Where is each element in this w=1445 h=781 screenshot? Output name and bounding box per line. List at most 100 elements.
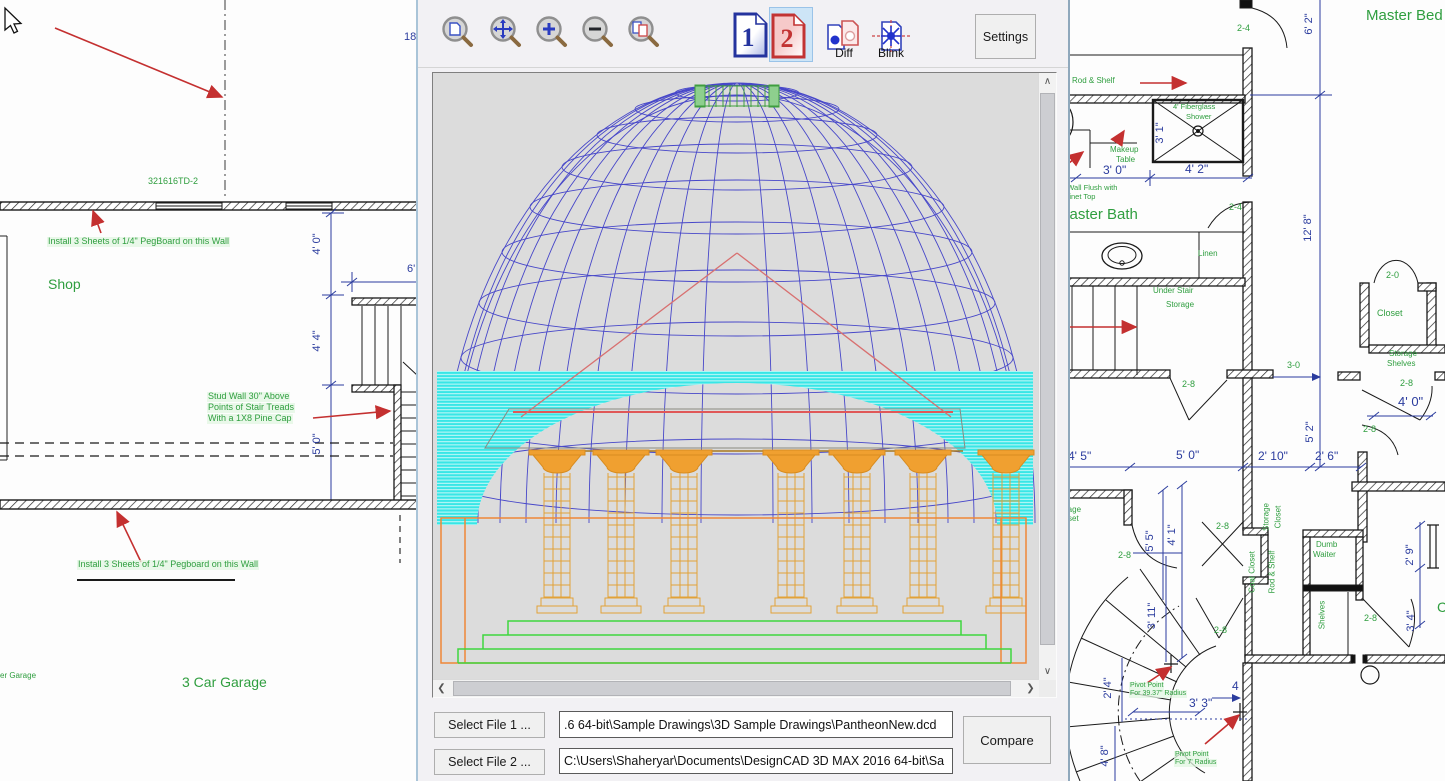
room-label-lower-garage: er Garage bbox=[0, 672, 36, 681]
mouse-cursor bbox=[2, 6, 26, 36]
diff-button[interactable]: Diff bbox=[824, 10, 864, 62]
zoom-pan-button[interactable] bbox=[487, 13, 525, 55]
vertical-scroll-thumb[interactable] bbox=[1040, 93, 1055, 645]
room-label-shop: Shop bbox=[48, 277, 81, 292]
dumb-waiter-1: Dumb bbox=[1316, 541, 1337, 550]
zoom-fit-button[interactable] bbox=[439, 13, 477, 55]
zoom-in-icon bbox=[533, 14, 569, 54]
under-stair-label: Under Stair bbox=[1153, 287, 1193, 296]
zoom-two-documents-icon bbox=[625, 14, 661, 54]
dim-5-0-hall: 5' 0" bbox=[1176, 448, 1199, 462]
code-2-8-dumb: 2-8 bbox=[1364, 614, 1377, 624]
scroll-up-arrow[interactable]: ∧ bbox=[1039, 73, 1056, 90]
dim-3-3: 3' 3" bbox=[1189, 696, 1212, 710]
file-compare-dialog: 1 2 Diff bbox=[416, 0, 1070, 781]
closet-label: Closet bbox=[1377, 309, 1403, 319]
storage-shelves-1: Storage bbox=[1389, 350, 1417, 359]
dim-5-5: 5' 5" bbox=[1144, 530, 1156, 551]
pivot1-line1: Pivot Point bbox=[1129, 682, 1164, 690]
file-1-path-input[interactable] bbox=[559, 711, 953, 738]
zoom-pan-icon bbox=[487, 14, 523, 54]
file2-document-icon: 2 bbox=[770, 12, 808, 60]
stud-wall-note-3: With a 1X8 Pine Cap bbox=[207, 414, 293, 424]
makeup-table-1: Makeup bbox=[1110, 146, 1138, 155]
file1-digit: 1 bbox=[742, 23, 755, 52]
scroll-right-arrow[interactable]: ❯ bbox=[1022, 680, 1039, 697]
code-2-8-hall: 2-8 bbox=[1182, 380, 1195, 390]
scrollbar-corner bbox=[1039, 680, 1056, 697]
dumb-waiter-2: Waiter bbox=[1313, 551, 1336, 560]
preview-horizontal-scrollbar[interactable]: ❮ ❯ bbox=[433, 679, 1039, 697]
code-2-4-a: 2-4 bbox=[1237, 24, 1250, 34]
dim-3-11: 3' 11" bbox=[1146, 603, 1158, 630]
fiberglass-shower-1: 4' Fiberglass bbox=[1173, 103, 1215, 111]
dim-18: 18 bbox=[404, 31, 416, 43]
pivot1-line2: For 39.37" Radius bbox=[1129, 690, 1187, 698]
file2-digit: 2 bbox=[781, 24, 794, 53]
code-2-8-x: 2-8 bbox=[1216, 522, 1229, 532]
designcad-workspace: 321616TD-2 Install 3 Sheets of 1/4" PegB… bbox=[0, 0, 1445, 781]
pivot2-line2: For 7' Radius bbox=[1174, 759, 1217, 767]
code-3-0: 3-0 bbox=[1287, 361, 1300, 371]
dim-2-4v: 2' 4" bbox=[1102, 677, 1114, 698]
preview-vertical-scrollbar[interactable]: ∧ ∨ bbox=[1038, 73, 1056, 680]
select-file-2-button[interactable]: Select File 2 ... bbox=[434, 749, 545, 775]
dim-6ft: 6' bbox=[407, 263, 415, 275]
under-stair-storage-label: Storage bbox=[1166, 301, 1194, 310]
room-label-garage: 3 Car Garage bbox=[182, 675, 267, 690]
file2-button[interactable]: 2 bbox=[770, 8, 812, 61]
zoom-in-button[interactable] bbox=[533, 13, 571, 55]
stud-wall-note-1: Stud Wall 30" Above bbox=[207, 392, 290, 402]
rod-shelf-v: Rod & Shelf bbox=[1268, 551, 1277, 594]
code-2-8-lower: 2-8 bbox=[1363, 425, 1376, 435]
code-2-8-left: 2-8 bbox=[1118, 551, 1131, 561]
dim-4-2: 4' 2" bbox=[1185, 162, 1208, 176]
zoom-compare-button[interactable] bbox=[625, 13, 663, 55]
dim-5-0: 5' 0" bbox=[311, 433, 323, 454]
dim-6-2: 6' 2" bbox=[1303, 13, 1315, 34]
pegboard-note-bottom: Install 3 Sheets of 1/4" Pegboard on thi… bbox=[77, 560, 259, 570]
horizontal-scroll-thumb[interactable] bbox=[453, 681, 1011, 696]
scroll-down-arrow[interactable]: ∨ bbox=[1039, 663, 1056, 680]
file1-document-icon: 1 bbox=[732, 11, 770, 59]
zoom-document-icon bbox=[439, 14, 475, 54]
c-partial-label: C bbox=[1437, 600, 1445, 615]
ref-code-label: 321616TD-2 bbox=[148, 177, 198, 187]
stud-wall-note-2: Points of Stair Treads bbox=[207, 403, 295, 413]
pegboard-note-top: Install 3 Sheets of 1/4" PegBoard on thi… bbox=[47, 237, 230, 247]
dim-4-1: 4' 1" bbox=[1166, 524, 1178, 545]
blink-button[interactable]: Blink bbox=[870, 10, 912, 62]
dim-4-0: 4' 0" bbox=[311, 233, 323, 254]
dim-3-1: 3' 1" bbox=[1154, 122, 1166, 143]
dim-2-10: 2' 10" bbox=[1258, 449, 1288, 463]
fiberglass-shower-2: Shower bbox=[1186, 113, 1211, 121]
storage-closet-v2: Closet bbox=[1274, 506, 1283, 529]
room-label-master-bed: Master Bed bbox=[1366, 8, 1443, 25]
coat-closet-v: Coat Closet bbox=[1248, 551, 1257, 593]
dim-12-8: 12' 8" bbox=[1302, 214, 1314, 241]
dim-4-5: 4' 5" bbox=[1068, 449, 1091, 463]
dim-2-6: 2' 6" bbox=[1315, 449, 1338, 463]
linen-label: Linen bbox=[1198, 250, 1218, 259]
code-2-8-coat: 2-8 bbox=[1214, 626, 1227, 636]
drawing-preview-panel: ∧ ∨ ❮ ❯ bbox=[432, 72, 1057, 698]
dim-4-4: 4' 4" bbox=[311, 330, 323, 351]
file1-button[interactable]: 1 bbox=[732, 10, 770, 60]
code-2-4-b: 2-4 bbox=[1229, 203, 1242, 213]
select-file-1-button[interactable]: Select File 1 ... bbox=[434, 712, 545, 738]
diff-label: Diff bbox=[824, 46, 864, 60]
shelves-v: Shelves bbox=[1318, 601, 1327, 629]
dim-4-8: 4' 8" bbox=[1099, 745, 1111, 766]
pantheon-wireframe-drawing bbox=[433, 73, 1039, 680]
scroll-left-arrow[interactable]: ❮ bbox=[433, 680, 450, 697]
dim-2-9: 2' 9" bbox=[1404, 544, 1416, 565]
rod-shelf-label: Rod & Shelf bbox=[1072, 77, 1115, 86]
blink-label: Blink bbox=[870, 46, 912, 60]
file-2-path-input[interactable] bbox=[559, 748, 953, 774]
zoom-out-button[interactable] bbox=[579, 13, 617, 55]
code-2-8-closet: 2-8 bbox=[1400, 379, 1413, 389]
drawing-preview-viewport bbox=[433, 73, 1039, 680]
toolbar-separator bbox=[418, 67, 1068, 68]
settings-button[interactable]: Settings bbox=[975, 14, 1036, 59]
compare-button[interactable]: Compare bbox=[963, 716, 1051, 764]
